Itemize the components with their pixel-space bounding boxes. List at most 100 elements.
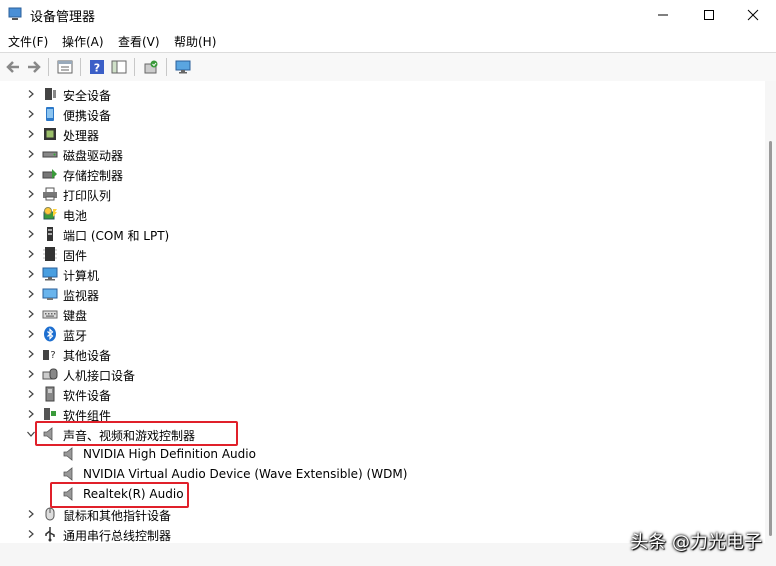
tree-category[interactable]: 蓝牙: [0, 324, 760, 344]
panel-icon: [111, 60, 127, 74]
chevron-right-icon[interactable]: [26, 529, 36, 539]
maximize-button[interactable]: [686, 0, 732, 30]
monitor-icon: [175, 60, 191, 74]
minimize-icon: [658, 14, 668, 16]
printer-icon: [42, 186, 58, 202]
tree-category[interactable]: 键盘: [0, 304, 760, 324]
maximize-icon: [704, 10, 714, 20]
menu-file[interactable]: 文件(F): [8, 33, 48, 50]
tree-item-label: 键盘: [63, 309, 88, 323]
menu-bar: 文件(F) 操作(A) 查看(V) 帮助(H): [0, 30, 776, 52]
tree-category[interactable]: 便携设备: [0, 104, 760, 124]
toolbar: ?: [0, 52, 776, 82]
tree-category[interactable]: 端口 (COM 和 LPT): [0, 224, 760, 244]
bluetooth-icon: [42, 326, 58, 342]
tree-item-label: 打印队列: [63, 189, 112, 203]
tree-category[interactable]: 监视器: [0, 284, 760, 304]
tree-category[interactable]: 处理器: [0, 124, 760, 144]
show-hidden-button[interactable]: [110, 58, 128, 76]
software-device-icon: [42, 386, 58, 402]
security-device-icon: [42, 86, 58, 102]
tree-category[interactable]: 磁盘驱动器: [0, 144, 760, 164]
tree-item-label: NVIDIA High Definition Audio: [83, 447, 256, 461]
help-icon: ?: [90, 60, 104, 75]
watermark: 头条 @力光电子: [630, 532, 762, 553]
chevron-right-icon[interactable]: [26, 369, 36, 379]
window-title: 设备管理器: [30, 10, 96, 25]
device-manager-icon: [8, 7, 22, 20]
chevron-right-icon[interactable]: [26, 89, 36, 99]
chevron-right-icon[interactable]: [26, 189, 36, 199]
tree-category[interactable]: 存储控制器: [0, 164, 760, 184]
chevron-right-icon[interactable]: [26, 249, 36, 259]
tree-item-label: 软件设备: [63, 389, 112, 403]
tree-category[interactable]: 电池: [0, 204, 760, 224]
tree-item-label: 监视器: [63, 289, 100, 303]
chevron-right-icon[interactable]: [26, 129, 36, 139]
disk-drive-icon: [42, 146, 58, 162]
device-tree[interactable]: 安全设备便携设备处理器磁盘驱动器存储控制器打印队列电池端口 (COM 和 LPT…: [0, 81, 765, 543]
portable-device-icon: [42, 106, 58, 122]
scroll-thumb[interactable]: [769, 141, 772, 536]
tree-item-label: 电池: [63, 209, 88, 223]
chevron-right-icon[interactable]: [26, 509, 36, 519]
tree-item-label: 端口 (COM 和 LPT): [63, 229, 170, 243]
chevron-right-icon[interactable]: [26, 229, 36, 239]
properties-button[interactable]: [56, 58, 74, 76]
tree-category[interactable]: 人机接口设备: [0, 364, 760, 384]
tree-item-label: 计算机: [63, 269, 100, 283]
minimize-button[interactable]: [640, 0, 686, 30]
tree-item-label: 鼠标和其他指针设备: [63, 509, 172, 523]
tree-device[interactable]: NVIDIA High Definition Audio: [0, 444, 760, 464]
tree-item-label: 蓝牙: [63, 329, 88, 343]
tree-category[interactable]: 计算机: [0, 264, 760, 284]
highlight-box-realtek: [50, 482, 189, 508]
tree-category[interactable]: 打印队列: [0, 184, 760, 204]
tree-item-label: 固件: [63, 249, 88, 263]
forward-button[interactable]: [25, 58, 43, 76]
chevron-right-icon[interactable]: [26, 329, 36, 339]
tree-item-label: 其他设备: [63, 349, 112, 363]
other-device-icon: ?: [42, 346, 58, 362]
svg-text:?: ?: [94, 62, 100, 75]
svg-text:?: ?: [50, 350, 55, 361]
chevron-right-icon[interactable]: [26, 349, 36, 359]
chevron-right-icon[interactable]: [26, 309, 36, 319]
tree-item-label: 便携设备: [63, 109, 112, 123]
usb-icon: [42, 526, 58, 542]
menu-action[interactable]: 操作(A): [62, 33, 104, 50]
battery-icon: [42, 206, 58, 222]
menu-help[interactable]: 帮助(H): [174, 33, 216, 50]
keyboard-icon: [42, 306, 58, 322]
chevron-right-icon[interactable]: [26, 149, 36, 159]
chevron-right-icon[interactable]: [26, 269, 36, 279]
help-button[interactable]: ?: [88, 58, 106, 76]
chevron-right-icon[interactable]: [26, 289, 36, 299]
close-icon: [747, 9, 759, 21]
menu-view[interactable]: 查看(V): [118, 33, 160, 50]
chevron-right-icon[interactable]: [26, 109, 36, 119]
tree-category[interactable]: 安全设备: [0, 84, 760, 104]
tree-device[interactable]: NVIDIA Virtual Audio Device (Wave Extens…: [0, 464, 760, 484]
chevron-right-icon[interactable]: [26, 169, 36, 179]
tree-item-label: 处理器: [63, 129, 100, 143]
firmware-icon: [42, 246, 58, 262]
tree-item-label: 磁盘驱动器: [63, 149, 124, 163]
tree-item-label: 通用串行总线控制器: [63, 529, 172, 543]
highlight-box-category: [35, 421, 238, 446]
back-button[interactable]: [4, 58, 22, 76]
close-button[interactable]: [730, 0, 776, 30]
tree-category[interactable]: 固件: [0, 244, 760, 264]
tree-item-label: 存储控制器: [63, 169, 124, 183]
vertical-scrollbar[interactable]: [765, 81, 776, 543]
chevron-right-icon[interactable]: [26, 389, 36, 399]
tree-category[interactable]: 软件设备: [0, 384, 760, 404]
software-component-icon: [42, 406, 58, 422]
monitor-button[interactable]: [174, 58, 192, 76]
chevron-right-icon[interactable]: [26, 209, 36, 219]
port-icon: [42, 226, 58, 242]
scan-hardware-button[interactable]: [142, 58, 160, 76]
tree-category[interactable]: ? 其他设备: [0, 344, 760, 364]
chevron-right-icon[interactable]: [26, 409, 36, 419]
monitor-icon: [42, 286, 58, 302]
